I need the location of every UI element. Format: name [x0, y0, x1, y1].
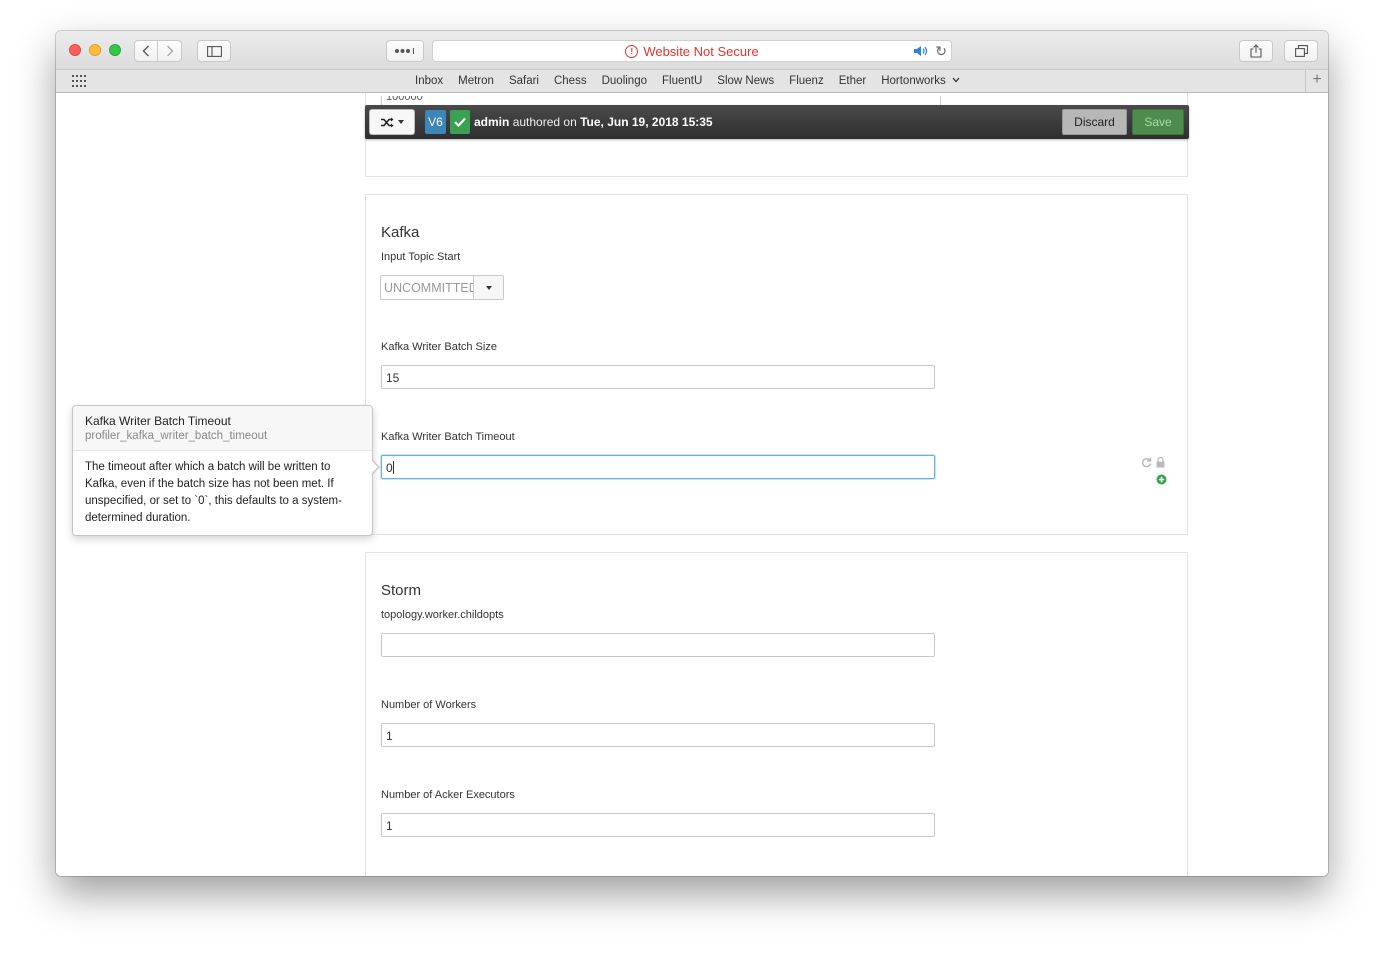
- storm-section-title: Storm: [381, 582, 422, 599]
- batch-size-input[interactable]: 15: [381, 365, 935, 389]
- security-warning-text: Website Not Secure: [643, 43, 759, 59]
- version-bar: V6 admin authored on Tue, Jun 19, 2018 1…: [365, 105, 1189, 139]
- popover-description: The timeout after which a batch will be …: [85, 461, 342, 524]
- chevron-right-icon: [166, 45, 173, 57]
- chevron-left-icon: [142, 45, 149, 57]
- window-maximize-button[interactable]: [109, 44, 121, 56]
- reset-icon[interactable]: [1141, 457, 1152, 468]
- bookmark-ether[interactable]: Ether: [839, 75, 867, 87]
- reader-menu-button[interactable]: [386, 40, 424, 62]
- forward-button[interactable]: [158, 40, 182, 62]
- caret-down-icon: [485, 285, 492, 290]
- show-tabs-button[interactable]: [1284, 40, 1318, 62]
- bookmark-safari[interactable]: Safari: [509, 75, 539, 87]
- batch-timeout-input[interactable]: 0: [381, 455, 935, 479]
- discard-button[interactable]: Discard: [1062, 109, 1127, 135]
- dropdown-toggle[interactable]: [473, 275, 504, 300]
- bookmark-metron[interactable]: Metron: [458, 75, 494, 87]
- bookmarks-bar: Inbox Metron Safari Chess Duolingo Fluen…: [56, 69, 1328, 93]
- more-dots-icon: [395, 48, 414, 54]
- workers-input[interactable]: 1: [381, 723, 935, 747]
- chevron-down-icon: [952, 77, 960, 83]
- caret-down-icon: [397, 120, 404, 124]
- author-name: admin: [474, 115, 510, 129]
- storm-section: Storm topology.worker.childopts Number o…: [365, 552, 1188, 876]
- bookmark-inbox[interactable]: Inbox: [415, 75, 443, 87]
- back-button[interactable]: [134, 40, 158, 62]
- bookmark-hortonworks-label: Hortonworks: [881, 75, 946, 87]
- popover-header: Kafka Writer Batch Timeout profiler_kafk…: [73, 406, 372, 451]
- kafka-section-title: Kafka: [381, 224, 420, 241]
- field-help-popover: Kafka Writer Batch Timeout profiler_kafk…: [72, 405, 380, 536]
- authored-on-text: authored on: [512, 115, 577, 129]
- ackers-label: Number of Acker Executors: [381, 789, 515, 801]
- version-badge: V6: [425, 110, 446, 134]
- sidebar-toggle-button[interactable]: [197, 40, 231, 62]
- lock-icon[interactable]: [1156, 457, 1165, 468]
- popover-arrow: [371, 459, 380, 475]
- shuffle-icon: [380, 117, 393, 127]
- input-topic-start-value[interactable]: UNCOMMITTED: [380, 275, 473, 300]
- check-icon: [450, 110, 470, 134]
- kafka-section: Kafka Input Topic Start UNCOMMITTED Kafk…: [365, 194, 1188, 535]
- page-content: 100000 Kafka Input Topic Start UNCOMMITT…: [56, 93, 1328, 876]
- input-topic-start-label: Input Topic Start: [381, 251, 461, 263]
- ackers-input[interactable]: 1: [381, 813, 935, 837]
- warning-icon: !: [625, 44, 639, 58]
- tabs-icon: [1294, 45, 1308, 57]
- sidebar-icon: [206, 45, 222, 57]
- add-circle-icon[interactable]: [1156, 474, 1167, 485]
- browser-window: ! Website Not Secure ↻ Inbox Metron Safa…: [56, 31, 1328, 876]
- input-topic-start-select[interactable]: UNCOMMITTED: [380, 275, 504, 300]
- new-tab-plus-icon[interactable]: +: [1305, 70, 1328, 92]
- bookmark-hortonworks[interactable]: Hortonworks: [881, 75, 960, 87]
- grid-icon[interactable]: [72, 75, 87, 87]
- popover-title: Kafka Writer Batch Timeout: [85, 414, 231, 428]
- batch-size-label: Kafka Writer Batch Size: [381, 341, 497, 353]
- bookmark-fluentu[interactable]: FluentU: [662, 75, 702, 87]
- speaker-icon[interactable]: [913, 44, 929, 58]
- share-icon: [1250, 44, 1262, 58]
- share-button[interactable]: [1239, 40, 1273, 62]
- window-minimize-button[interactable]: [89, 44, 101, 56]
- bookmark-slow-news[interactable]: Slow News: [717, 75, 774, 87]
- bookmark-duolingo[interactable]: Duolingo: [602, 75, 647, 87]
- bookmarks-list: Inbox Metron Safari Chess Duolingo Fluen…: [415, 75, 975, 87]
- workers-label: Number of Workers: [381, 699, 477, 711]
- save-button[interactable]: Save: [1132, 109, 1184, 135]
- batch-timeout-value: 0: [386, 461, 393, 475]
- version-menu-button[interactable]: [369, 109, 415, 135]
- address-bar[interactable]: ! Website Not Secure ↻: [432, 40, 952, 62]
- browser-toolbar: ! Website Not Secure ↻: [56, 31, 1328, 69]
- text-caret: [392, 461, 394, 474]
- bookmark-chess[interactable]: Chess: [554, 75, 587, 87]
- childopts-label: topology.worker.childopts: [381, 609, 504, 621]
- childopts-input[interactable]: [381, 633, 935, 657]
- popover-property-name: profiler_kafka_writer_batch_timeout: [85, 430, 268, 442]
- bookmark-fluenz[interactable]: Fluenz: [789, 75, 824, 87]
- window-close-button[interactable]: [69, 44, 81, 56]
- reload-icon[interactable]: ↻: [935, 43, 947, 60]
- author-info: admin authored on Tue, Jun 19, 2018 15:3…: [474, 115, 713, 129]
- batch-timeout-label: Kafka Writer Batch Timeout: [381, 431, 515, 443]
- authored-date: Tue, Jun 19, 2018 15:35: [580, 115, 713, 129]
